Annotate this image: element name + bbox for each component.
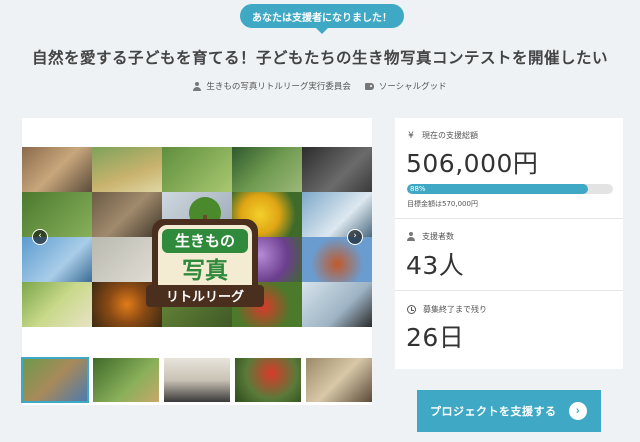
thumbnail-strip: [21, 357, 372, 403]
thumbnail-3[interactable]: [164, 358, 230, 402]
total-amount: 506,000円: [406, 149, 539, 178]
project-title: 自然を愛する子どもを育てる！子どもたちの生き物写真コンテストを開催したい: [31, 49, 608, 67]
little-league-logo: 生きもの 写真 リトルリーグ: [146, 197, 264, 307]
photo-tile: [302, 282, 372, 327]
total-label: 現在の支援総額: [422, 131, 478, 140]
divider: [395, 218, 623, 219]
category-link[interactable]: ソーシャルグッド: [364, 80, 447, 92]
image-gallery: 生きもの 写真 リトルリーグ ‹ ›: [21, 118, 372, 405]
main-project-image: 生きもの 写真 リトルリーグ: [22, 147, 372, 327]
progress-percent: 88%: [410, 185, 426, 193]
support-project-button[interactable]: プロジェクトを支援する ›: [417, 390, 601, 432]
progress-fill: [407, 184, 589, 194]
photo-tile: [302, 192, 372, 237]
photo-tile: [22, 147, 92, 192]
divider: [395, 290, 623, 291]
chevron-right-icon: ›: [569, 402, 587, 420]
supporters-label: 支援者数: [422, 232, 454, 241]
supporter-badge: あなたは支援者になりました！: [240, 4, 404, 34]
photo-tile: [22, 192, 92, 237]
thumbnail-5[interactable]: [306, 358, 372, 402]
user-icon: [407, 232, 415, 241]
photo-tile: [302, 147, 372, 192]
logo-line-1: 生きもの: [175, 232, 235, 250]
photo-tile: [302, 237, 372, 282]
clock-icon: [407, 305, 416, 314]
project-meta: 生きもの写真リトルリーグ実行委員会 ソーシャルグッド: [0, 80, 640, 92]
tag-icon: [364, 82, 374, 90]
remaining-label-row: 募集終了まで残り: [407, 304, 487, 315]
goal-amount: 目標金額は570,000円: [407, 200, 478, 208]
funding-stats-panel: ¥ 現在の支援総額 506,000円 88% 目標金額は570,000円 支援者…: [395, 118, 623, 369]
thumbnail-1[interactable]: [21, 357, 89, 403]
supporters-label-row: 支援者数: [407, 231, 454, 242]
gallery-prev-button[interactable]: ‹: [32, 229, 48, 245]
thumbnail-2[interactable]: [93, 358, 159, 402]
gallery-next-button[interactable]: ›: [347, 229, 363, 245]
photo-tile: [22, 282, 92, 327]
logo-line-2: 写真: [182, 257, 228, 284]
supporters-count: 43人: [406, 251, 465, 280]
yen-icon: ¥: [408, 130, 414, 141]
logo-line-3: リトルリーグ: [166, 289, 244, 305]
remaining-label: 募集終了まで残り: [423, 305, 487, 314]
category-name[interactable]: ソーシャルグッド: [379, 80, 447, 92]
user-icon: [193, 81, 202, 91]
total-label-row: ¥ 現在の支援総額: [407, 130, 478, 141]
funding-progress-bar: 88%: [407, 184, 613, 194]
thumbnail-4[interactable]: [235, 358, 301, 402]
owner-name[interactable]: 生きもの写真リトルリーグ実行委員会: [206, 80, 351, 92]
photo-tile: [22, 237, 92, 282]
owner-link[interactable]: 生きもの写真リトルリーグ実行委員会: [193, 80, 351, 92]
support-button-label: プロジェクトを支援する: [430, 406, 557, 418]
remaining-days: 26日: [406, 323, 465, 352]
